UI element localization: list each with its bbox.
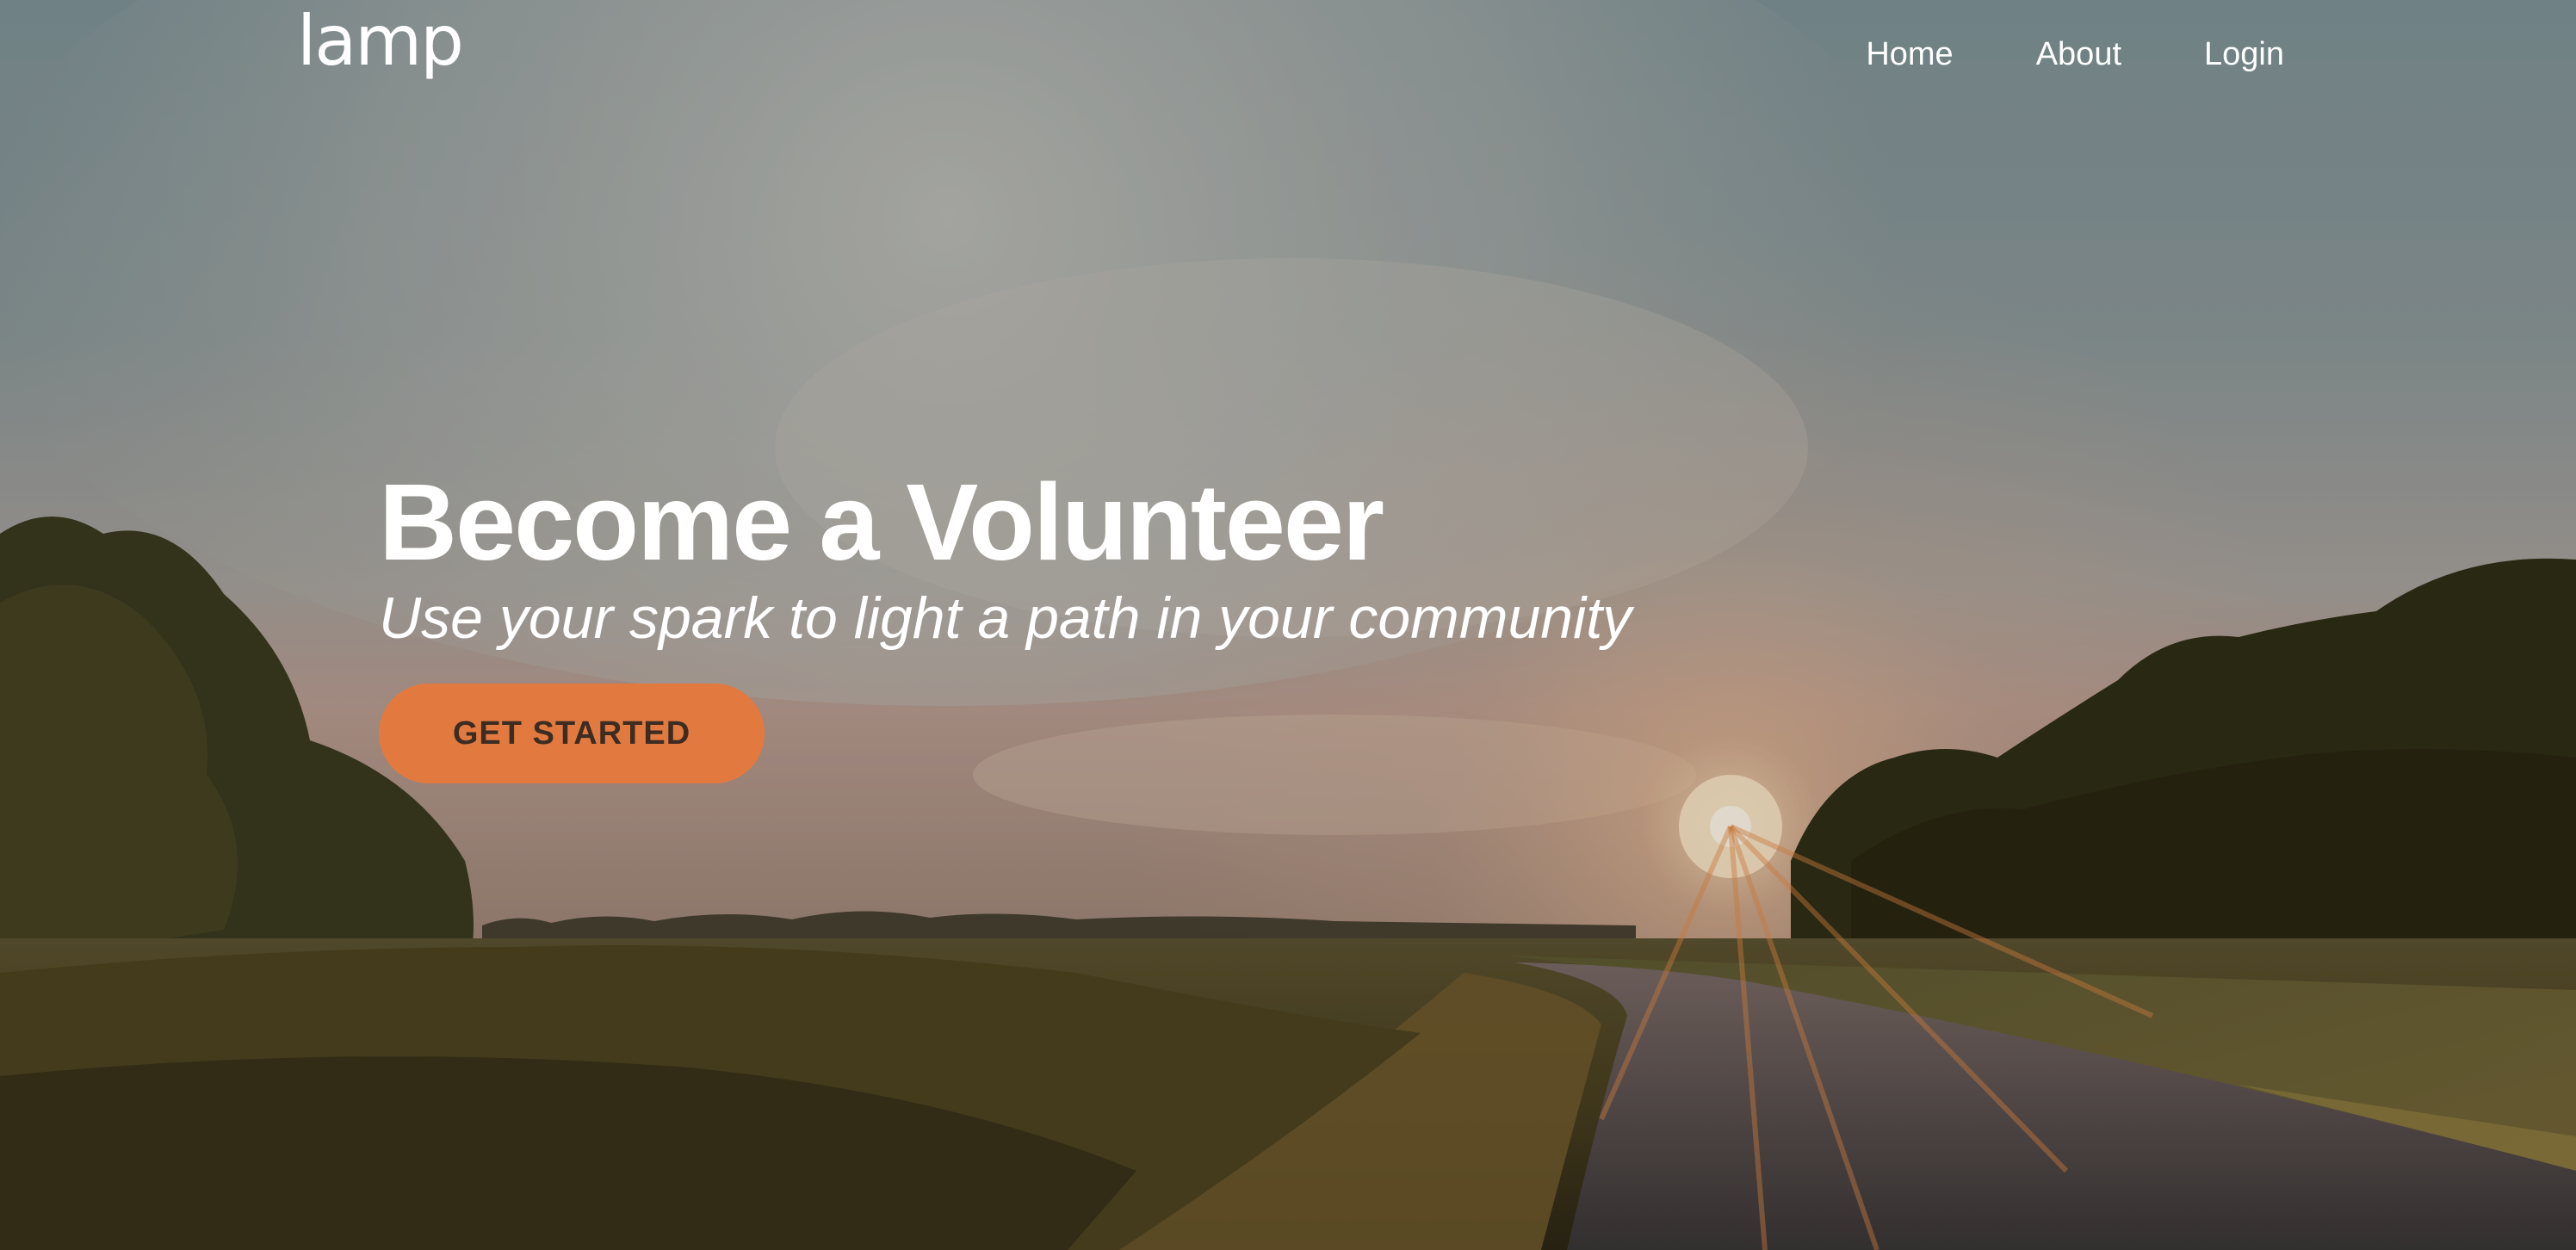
top-nav: Home About Login [1866,33,2284,76]
hero-title: Become a Volunteer [379,461,1384,583]
get-started-button[interactable]: GET STARTED [379,684,765,783]
nav-link-home[interactable]: Home [1866,33,1953,76]
nav-link-about[interactable]: About [2036,33,2121,76]
nav-link-login[interactable]: Login [2204,33,2284,76]
brand-logo[interactable]: lamp [297,3,464,79]
hero-section: Become a Volunteer Use your spark to lig… [379,458,1632,783]
hero-subtitle: Use your spark to light a path in your c… [379,585,1632,651]
